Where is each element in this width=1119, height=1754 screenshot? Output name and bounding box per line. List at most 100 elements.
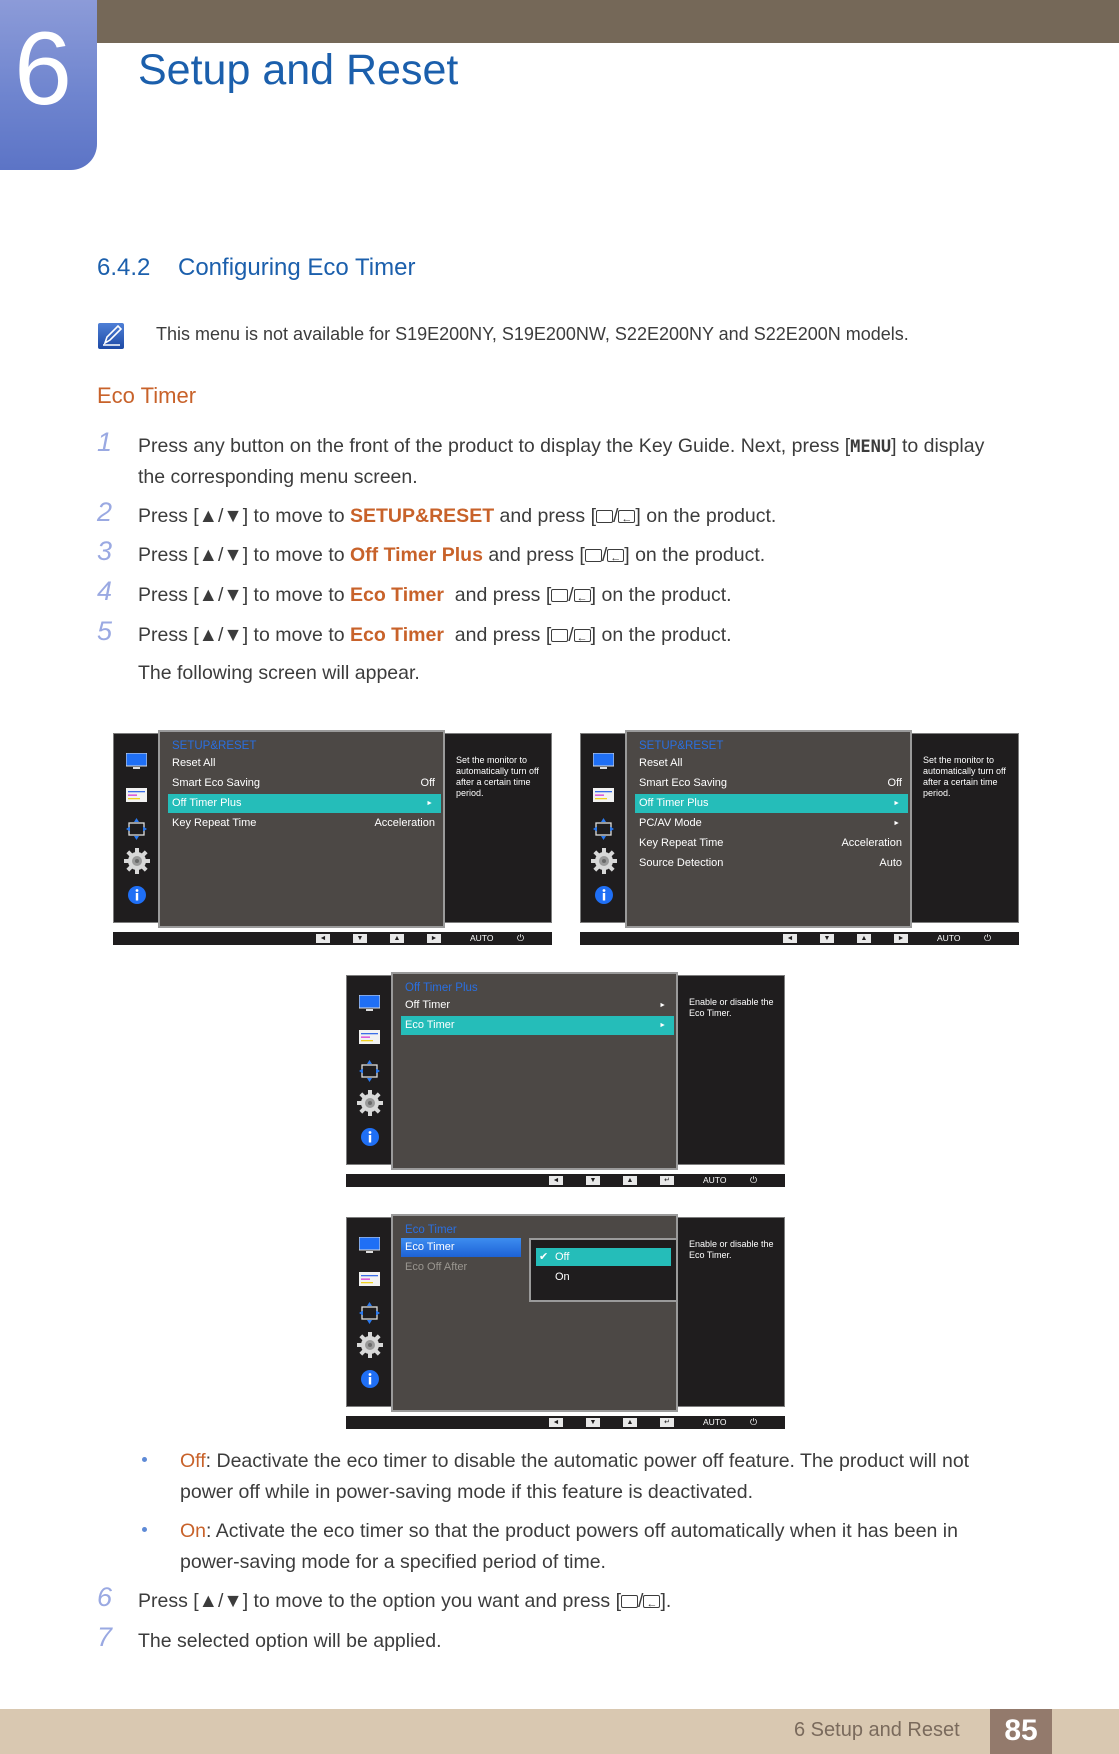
picture-icon xyxy=(359,1030,380,1044)
osd-menu-item[interactable]: Source Detection Auto xyxy=(635,854,908,873)
enter-key-icon[interactable]: ↵ xyxy=(660,1176,674,1185)
gear-icon xyxy=(357,1332,383,1358)
enter-key-icon xyxy=(618,506,636,532)
info-icon xyxy=(128,886,146,904)
bullet-off: Off: Deactivate the eco timer to disable… xyxy=(142,1448,1042,1508)
osd-menu-title: SETUP&RESET xyxy=(639,740,724,752)
up-key-icon[interactable]: ▲ xyxy=(623,1418,637,1427)
monitor-icon xyxy=(359,995,380,1011)
popup-option[interactable]: ✔ Off xyxy=(536,1248,671,1266)
osd-menu-item[interactable]: Key Repeat Time Acceleration xyxy=(635,834,908,853)
osd-menu-item[interactable]: Key Repeat Time Acceleration xyxy=(168,814,441,833)
power-key-icon[interactable]: ⏻ xyxy=(984,932,991,945)
source-key-icon xyxy=(551,629,569,642)
osd-item-label: Key Repeat Time xyxy=(639,837,724,849)
picture-icon xyxy=(593,788,614,802)
osd-panel-off-timer-plus: Off Timer Plus Off Timer ► Eco Timer ► E… xyxy=(346,972,785,1187)
right-key-icon[interactable]: ► xyxy=(894,934,908,943)
note-text: This menu is not available for S19E200NY… xyxy=(156,324,909,344)
picture-icon xyxy=(126,788,147,802)
bullet-on: On: Activate the eco timer so that the p… xyxy=(142,1518,1042,1578)
osd-item-label: Reset All xyxy=(639,757,683,769)
off-timer-plus-label: Off Timer Plus xyxy=(350,544,483,566)
osd-menu-item[interactable]: Smart Eco Saving Off xyxy=(168,774,441,793)
osd-item-value: Auto xyxy=(879,857,902,869)
down-key-icon[interactable]: ▼ xyxy=(353,934,367,943)
osd-menu: SETUP&RESET Reset All Smart Eco Saving O… xyxy=(625,730,912,928)
down-key-icon[interactable]: ▼ xyxy=(586,1418,600,1427)
up-key-icon[interactable]: ▲ xyxy=(857,934,871,943)
osd-item-label: Smart Eco Saving xyxy=(639,777,728,789)
up-key-icon[interactable]: ▲ xyxy=(623,1176,637,1185)
auto-key[interactable]: AUTO xyxy=(703,1174,726,1187)
left-key-icon[interactable]: ◄ xyxy=(549,1418,563,1427)
picture-icon xyxy=(359,1272,380,1286)
size-position-icon xyxy=(359,1302,380,1324)
osd-help-text: Enable or disable the Eco Timer. xyxy=(689,997,774,1018)
step-number: 1 xyxy=(97,427,113,457)
info-icon xyxy=(595,886,613,904)
footer-section: 6 Setup and Reset xyxy=(794,1719,960,1741)
power-key-icon[interactable]: ⏻ xyxy=(750,1174,757,1187)
osd-item-label: Reset All xyxy=(172,757,216,769)
osd-menu-item[interactable]: PC/AV Mode ► xyxy=(635,814,908,833)
osd-menu-item[interactable]: Off Timer Plus ► xyxy=(635,794,908,813)
osd-item-label: Off Timer Plus xyxy=(639,797,709,809)
page-number: 85 xyxy=(1004,1714,1038,1747)
osd-item-label: PC/AV Mode xyxy=(639,817,702,829)
osd-item-label: Key Repeat Time xyxy=(172,817,257,829)
osd-item-label: Smart Eco Saving xyxy=(172,777,261,789)
osd-menu-title: Off Timer Plus xyxy=(405,982,478,994)
menu-key: MENU xyxy=(850,437,892,457)
auto-key[interactable]: AUTO xyxy=(937,932,960,945)
power-key-icon[interactable]: ⏻ xyxy=(750,1416,757,1429)
key-guide-bar: ◄ ▼ ▲ ↵ AUTO ⏻ xyxy=(346,1174,785,1187)
osd-menu-item[interactable]: Eco Timer xyxy=(401,1238,521,1257)
info-icon xyxy=(361,1370,379,1388)
chapter-number: 6 xyxy=(14,11,72,127)
bullet-dot xyxy=(142,1527,147,1532)
key-guide-bar: ◄ ▼ ▲ ► AUTO ⏻ xyxy=(113,932,552,945)
down-key-icon[interactable]: ▼ xyxy=(820,934,834,943)
power-key-icon[interactable]: ⏻ xyxy=(517,932,524,945)
bullet-term: On xyxy=(180,1520,207,1542)
osd-item-label: Off Timer xyxy=(405,999,451,1011)
osd-menu-item[interactable]: Off Timer ► xyxy=(401,996,674,1015)
auto-key[interactable]: AUTO xyxy=(703,1416,726,1429)
osd-panel-eco-timer: Eco Timer Eco Timer Eco Off After ✔ Off … xyxy=(346,1214,785,1429)
osd-menu-item[interactable]: Reset All xyxy=(635,754,908,773)
osd-item-label: Eco Timer xyxy=(405,1241,455,1253)
osd-menu-item[interactable]: Off Timer Plus ► xyxy=(168,794,441,813)
osd-menu-item[interactable]: Smart Eco Saving Off xyxy=(635,774,908,793)
left-key-icon[interactable]: ◄ xyxy=(316,934,330,943)
submenu-arrow-icon: ► xyxy=(893,820,900,827)
osd-menu: Eco Timer Eco Timer Eco Off After ✔ Off … xyxy=(391,1214,678,1412)
down-key-icon[interactable]: ▼ xyxy=(586,1176,600,1185)
monitor-icon xyxy=(359,1237,380,1253)
source-key-icon xyxy=(596,510,613,523)
osd-item-value: Acceleration xyxy=(841,837,902,849)
key-guide-bar: ◄ ▼ ▲ ↵ AUTO ⏻ xyxy=(346,1416,785,1429)
osd-item-value: Acceleration xyxy=(374,817,435,829)
osd-menu: Off Timer Plus Off Timer ► Eco Timer ► xyxy=(391,972,678,1170)
right-key-icon[interactable]: ► xyxy=(427,934,441,943)
osd-menu-item[interactable]: Reset All xyxy=(168,754,441,773)
subheading: Eco Timer xyxy=(97,383,197,408)
left-key-icon[interactable]: ◄ xyxy=(783,934,797,943)
eco-timer-label: Eco Timer xyxy=(350,584,444,606)
osd-help-text: Set the monitor to automatically turn of… xyxy=(456,755,539,798)
osd-item-label: Source Detection xyxy=(639,857,724,869)
osd-menu-item[interactable]: Eco Timer ► xyxy=(401,1016,674,1035)
osd-menu-title: Eco Timer xyxy=(405,1224,457,1236)
auto-key[interactable]: AUTO xyxy=(470,932,493,945)
gear-icon xyxy=(124,848,150,874)
checkmark-icon: ✔ xyxy=(539,1251,549,1263)
osd-panel-setup-reset: SETUP&RESET Reset All Smart Eco Saving O… xyxy=(113,730,552,945)
osd-item-label: Eco Timer xyxy=(405,1019,455,1031)
submenu-arrow-icon: ► xyxy=(426,800,433,807)
osd-panel-setup-reset-full: SETUP&RESET Reset All Smart Eco Saving O… xyxy=(580,730,1019,945)
left-key-icon[interactable]: ◄ xyxy=(549,1176,563,1185)
enter-key-icon[interactable]: ↵ xyxy=(660,1418,674,1427)
up-key-icon[interactable]: ▲ xyxy=(390,934,404,943)
popup-option[interactable]: On xyxy=(536,1268,671,1286)
